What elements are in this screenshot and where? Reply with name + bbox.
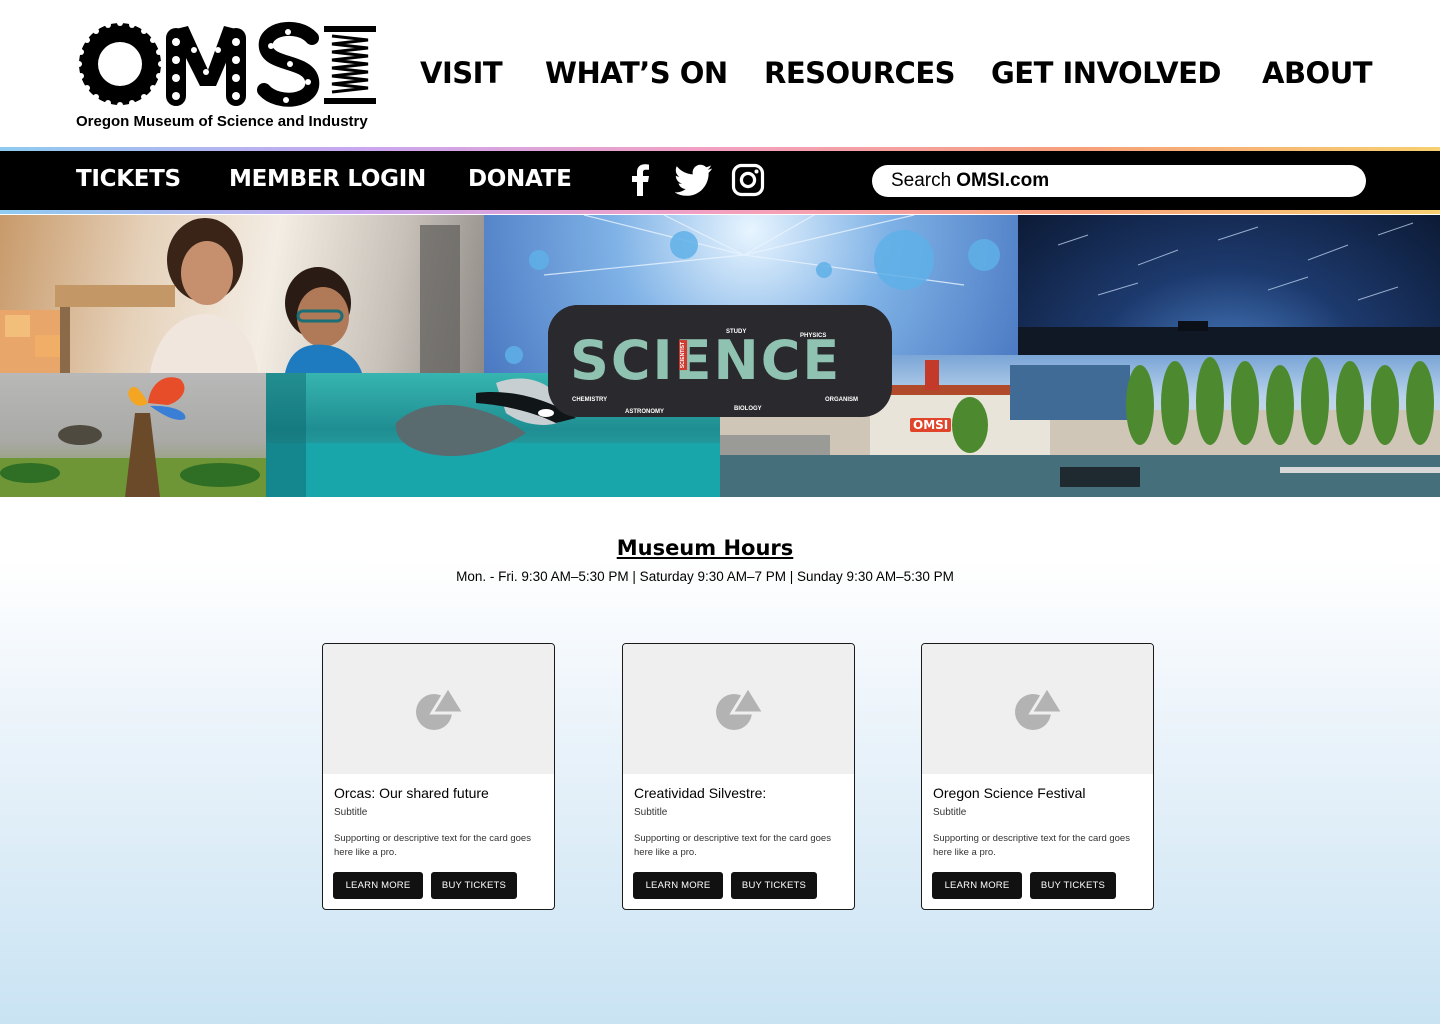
event-card: Creatividad Silvestre: Subtitle Supporti… bbox=[622, 643, 855, 910]
family-photo bbox=[0, 215, 484, 373]
buy-tickets-button[interactable]: BUY TICKETS bbox=[731, 872, 817, 899]
banner-word-scientist: SCIENTIST bbox=[679, 339, 688, 371]
card-description: Supporting or descriptive text for the c… bbox=[933, 833, 1130, 858]
science-sign: SCIENCE STUDY PHYSICS CHEMISTRY ASTRONOM… bbox=[548, 305, 892, 417]
member-login-link[interactable]: MEMBER LOGIN bbox=[229, 166, 426, 192]
nav-get-involved[interactable]: GET INVOLVED bbox=[991, 56, 1221, 90]
site-header: Oregon Museum of Science and Industry VI… bbox=[0, 0, 1440, 147]
card-description: Supporting or descriptive text for the c… bbox=[334, 833, 531, 858]
utility-bar: TICKETS MEMBER LOGIN DONATE Search OMSI.c… bbox=[0, 151, 1440, 210]
card-subtitle: Subtitle bbox=[634, 807, 668, 818]
image-placeholder-icon bbox=[716, 687, 764, 730]
museum-hours-text: Mon. - Fri. 9:30 AM–5:30 PM | Saturday 9… bbox=[456, 569, 954, 584]
banner-word-chemistry: CHEMISTRY bbox=[572, 397, 608, 403]
butterfly-photo bbox=[0, 373, 266, 497]
omsi-logo[interactable]: Oregon Museum of Science and Industry bbox=[76, 20, 378, 132]
learn-more-button[interactable]: LEARN MORE bbox=[633, 872, 723, 899]
omsi-wordmark bbox=[76, 20, 376, 108]
butterfly-illustration bbox=[0, 377, 266, 497]
building-sign: OMSI bbox=[910, 418, 952, 432]
stars-illustration bbox=[1018, 222, 1440, 355]
banner-word-biology: BIOLOGY bbox=[734, 406, 762, 412]
museum-hours-title[interactable]: Museum Hours bbox=[0, 536, 1410, 560]
banner-word-astronomy: ASTRONOMY bbox=[625, 409, 664, 415]
buy-tickets-button[interactable]: BUY TICKETS bbox=[1030, 872, 1116, 899]
banner-word-physics: PHYSICS bbox=[800, 333, 827, 339]
card-title: Creatividad Silvestre: bbox=[634, 785, 767, 801]
family-illustration bbox=[0, 218, 460, 373]
card-image-placeholder bbox=[623, 644, 854, 774]
nav-whats-on[interactable]: WHAT’S ON bbox=[545, 56, 728, 90]
card-title: Orcas: Our shared future bbox=[334, 785, 489, 801]
learn-more-button[interactable]: LEARN MORE bbox=[333, 872, 423, 899]
tickets-link[interactable]: TICKETS bbox=[76, 166, 181, 192]
planetarium-photo bbox=[1018, 215, 1440, 355]
learn-more-button[interactable]: LEARN MORE bbox=[932, 872, 1022, 899]
twitter-icon[interactable] bbox=[675, 163, 713, 197]
image-placeholder-icon bbox=[416, 687, 464, 730]
banner-word-organism: ORGANISM bbox=[825, 397, 858, 403]
instagram-icon[interactable] bbox=[731, 163, 765, 197]
donate-link[interactable]: DONATE bbox=[468, 166, 572, 192]
card-image-placeholder bbox=[922, 644, 1153, 774]
buy-tickets-button[interactable]: BUY TICKETS bbox=[431, 872, 517, 899]
search-prefix: Search bbox=[891, 170, 952, 191]
nav-about[interactable]: ABOUT bbox=[1262, 56, 1373, 90]
logo-tagline: Oregon Museum of Science and Industry bbox=[76, 113, 368, 130]
event-card: Orcas: Our shared future Subtitle Suppor… bbox=[322, 643, 555, 910]
nav-visit[interactable]: VISIT bbox=[420, 56, 503, 90]
search-site: OMSI.com bbox=[956, 170, 1050, 191]
search-input[interactable]: Search OMSI.com bbox=[872, 165, 1366, 197]
card-description: Supporting or descriptive text for the c… bbox=[634, 833, 831, 858]
rainbow-divider-bottom bbox=[0, 210, 1440, 214]
nav-resources[interactable]: RESOURCES bbox=[764, 56, 956, 90]
event-card: Oregon Science Festival Subtitle Support… bbox=[921, 643, 1154, 910]
card-image-placeholder bbox=[323, 644, 554, 774]
hero-collage: OMSI SCIENCE STUDY PHYSICS CHEMISTRY AST… bbox=[0, 215, 1440, 497]
banner-word-study: STUDY bbox=[726, 329, 747, 335]
facebook-icon[interactable] bbox=[624, 163, 658, 197]
image-placeholder-icon bbox=[1015, 687, 1063, 730]
card-subtitle: Subtitle bbox=[933, 807, 967, 818]
card-title: Oregon Science Festival bbox=[933, 785, 1086, 801]
card-subtitle: Subtitle bbox=[334, 807, 368, 818]
